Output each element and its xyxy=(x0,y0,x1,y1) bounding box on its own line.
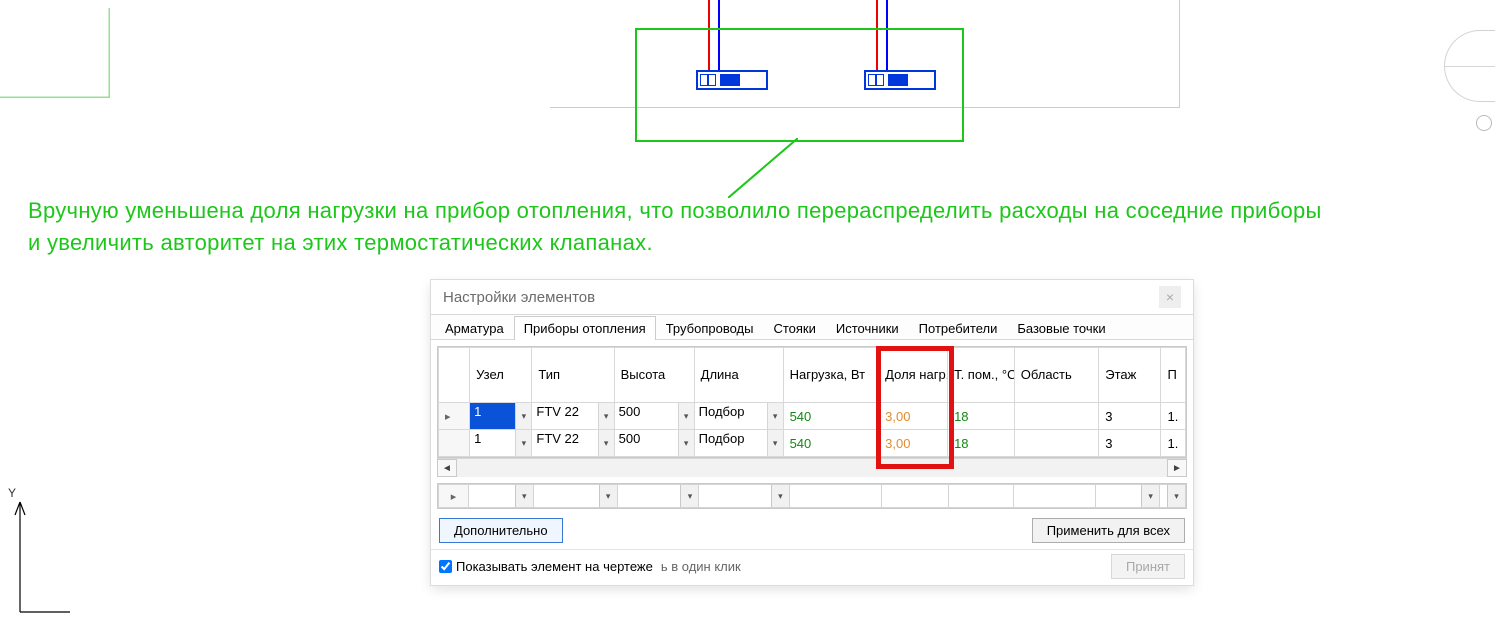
filter-tip[interactable]: ▾ xyxy=(534,485,617,507)
col-dolia[interactable]: Доля нагр., % xyxy=(879,348,948,403)
dropdown-icon[interactable]: ▾ xyxy=(678,403,694,429)
dropdown-icon[interactable]: ▾ xyxy=(767,430,783,456)
tab-truboprovody[interactable]: Трубопроводы xyxy=(656,316,764,340)
cell-dolia[interactable]: 3,00 xyxy=(879,430,948,457)
tabstrip: Арматура Приборы отопления Трубопроводы … xyxy=(431,314,1193,340)
filter-vysota[interactable]: ▾ xyxy=(618,485,699,507)
cell-vysota[interactable]: 500 ▾ xyxy=(615,430,694,456)
tab-pribory[interactable]: Приборы отопления xyxy=(514,316,656,340)
tab-istochniki[interactable]: Источники xyxy=(826,316,909,340)
col-dlina[interactable]: Длина xyxy=(694,348,783,403)
cell-vysota[interactable]: 500 ▾ xyxy=(615,403,694,429)
tab-potrebiteli[interactable]: Потребители xyxy=(909,316,1008,340)
scroll-left-button[interactable]: ◄ xyxy=(437,459,457,477)
dropdown-icon[interactable]: ▾ xyxy=(1167,485,1185,507)
row-marker xyxy=(439,430,470,457)
cell-more[interactable]: 1. xyxy=(1161,430,1186,457)
tab-stoyaki[interactable]: Стояки xyxy=(763,316,825,340)
dropdown-icon[interactable]: ▾ xyxy=(678,430,694,456)
dropdown-icon[interactable]: ▾ xyxy=(515,430,531,456)
horizontal-scrollbar[interactable]: ◄ ► xyxy=(437,458,1187,477)
filter-row-marker: ▸ xyxy=(439,485,469,508)
cell-uzel[interactable]: 1 ▾ xyxy=(470,430,531,456)
tab-bazovye[interactable]: Базовые точки xyxy=(1007,316,1115,340)
buttons-row: Дополнительно Применить для всех xyxy=(431,515,1193,549)
cell-dolia[interactable]: 3,00 xyxy=(879,403,948,430)
cell-uzel[interactable]: 1 ▾ xyxy=(470,403,531,429)
axis-label-y: Y xyxy=(8,486,16,500)
header-row: Узел Тип Высота Длина Нагрузка, Вт Доля … xyxy=(439,348,1186,403)
col-uzel[interactable]: Узел xyxy=(470,348,532,403)
compass-dot-icon xyxy=(1476,115,1492,131)
filter-uzel[interactable]: ▾ xyxy=(469,485,533,507)
cell-tip[interactable]: FTV 22 ▾ xyxy=(532,430,613,456)
filter-row[interactable]: ▸ ▾ ▾ ▾ ▾ ▾ ▾ xyxy=(439,485,1186,508)
compass-icon xyxy=(1444,30,1495,102)
filter-nagruzka[interactable] xyxy=(789,485,882,508)
dropdown-icon[interactable]: ▾ xyxy=(767,403,783,429)
dialog-titlebar: Настройки элементов × xyxy=(431,280,1193,314)
cell-tip[interactable]: FTV 22 ▾ xyxy=(532,403,613,429)
apply-all-button[interactable]: Применить для всех xyxy=(1032,518,1185,543)
col-vysota[interactable]: Высота xyxy=(614,348,694,403)
table-row[interactable]: ▸ 1 ▾ FTV 22 ▾ xyxy=(439,403,1186,430)
col-etazh[interactable]: Этаж xyxy=(1099,348,1161,403)
filter-oblast[interactable] xyxy=(1013,485,1095,508)
one-click-text: ь в один клик xyxy=(661,559,741,574)
axis-gizmo: Y xyxy=(0,477,80,617)
dialog-footer: Показывать элемент на чертеже ь в один к… xyxy=(431,549,1193,585)
annotation-text: Вручную уменьшена доля нагрузки на прибо… xyxy=(28,195,1328,259)
row-marker: ▸ xyxy=(439,403,470,430)
cell-tpom[interactable]: 18 xyxy=(948,403,1015,430)
dropdown-icon[interactable]: ▾ xyxy=(771,485,789,507)
filter-tpom[interactable] xyxy=(949,485,1014,508)
main-grid: Узел Тип Высота Длина Нагрузка, Вт Доля … xyxy=(437,346,1187,458)
dropdown-icon[interactable]: ▾ xyxy=(515,485,533,507)
dropdown-icon[interactable]: ▾ xyxy=(680,485,698,507)
cell-nagruzka[interactable]: 540 xyxy=(783,430,879,457)
accept-button[interactable]: Принят xyxy=(1111,554,1185,579)
cell-oblast[interactable] xyxy=(1014,403,1098,430)
cell-dlina[interactable]: Подбор ▾ xyxy=(695,430,783,456)
col-nagruzka[interactable]: Нагрузка, Вт xyxy=(783,348,879,403)
col-more[interactable]: П xyxy=(1161,348,1186,403)
table-row[interactable]: 1 ▾ FTV 22 ▾ 500 ▾ xyxy=(439,430,1186,457)
dropdown-icon[interactable]: ▾ xyxy=(598,403,614,429)
tab-armatura[interactable]: Арматура xyxy=(435,316,514,340)
cell-tpom[interactable]: 18 xyxy=(948,430,1015,457)
cell-more[interactable]: 1. xyxy=(1161,403,1186,430)
more-button[interactable]: Дополнительно xyxy=(439,518,563,543)
cell-oblast[interactable] xyxy=(1014,430,1098,457)
settings-dialog: Настройки элементов × Арматура Приборы о… xyxy=(431,280,1193,585)
cell-etazh[interactable]: 3 xyxy=(1099,430,1161,457)
filter-etazh[interactable]: ▾ xyxy=(1096,485,1160,507)
col-tip[interactable]: Тип xyxy=(532,348,614,403)
scroll-right-button[interactable]: ► xyxy=(1167,459,1187,477)
filter-dlina[interactable]: ▾ xyxy=(699,485,788,507)
leader-line xyxy=(728,138,798,198)
dropdown-icon[interactable]: ▾ xyxy=(1141,485,1159,507)
dropdown-icon[interactable]: ▾ xyxy=(598,430,614,456)
show-on-drawing-checkbox[interactable]: Показывать элемент на чертеже xyxy=(439,559,653,574)
col-tpom[interactable]: Т. пом., °C xyxy=(948,348,1015,403)
filter-more[interactable]: ▾ xyxy=(1160,485,1185,507)
col-oblast[interactable]: Область xyxy=(1014,348,1098,403)
close-button[interactable]: × xyxy=(1159,286,1181,308)
selection-box xyxy=(635,28,964,142)
dropdown-icon[interactable]: ▾ xyxy=(515,403,531,429)
show-on-drawing-input[interactable] xyxy=(439,560,452,573)
drawing-fragment xyxy=(0,8,110,98)
filter-grid: ▸ ▾ ▾ ▾ ▾ ▾ ▾ xyxy=(437,483,1187,509)
dialog-title: Настройки элементов xyxy=(443,289,595,306)
cell-nagruzka[interactable]: 540 xyxy=(783,403,879,430)
cell-dlina[interactable]: Подбор ▾ xyxy=(695,403,783,429)
filter-dolia[interactable] xyxy=(882,485,949,508)
dropdown-icon[interactable]: ▾ xyxy=(599,485,617,507)
cell-etazh[interactable]: 3 xyxy=(1099,403,1161,430)
